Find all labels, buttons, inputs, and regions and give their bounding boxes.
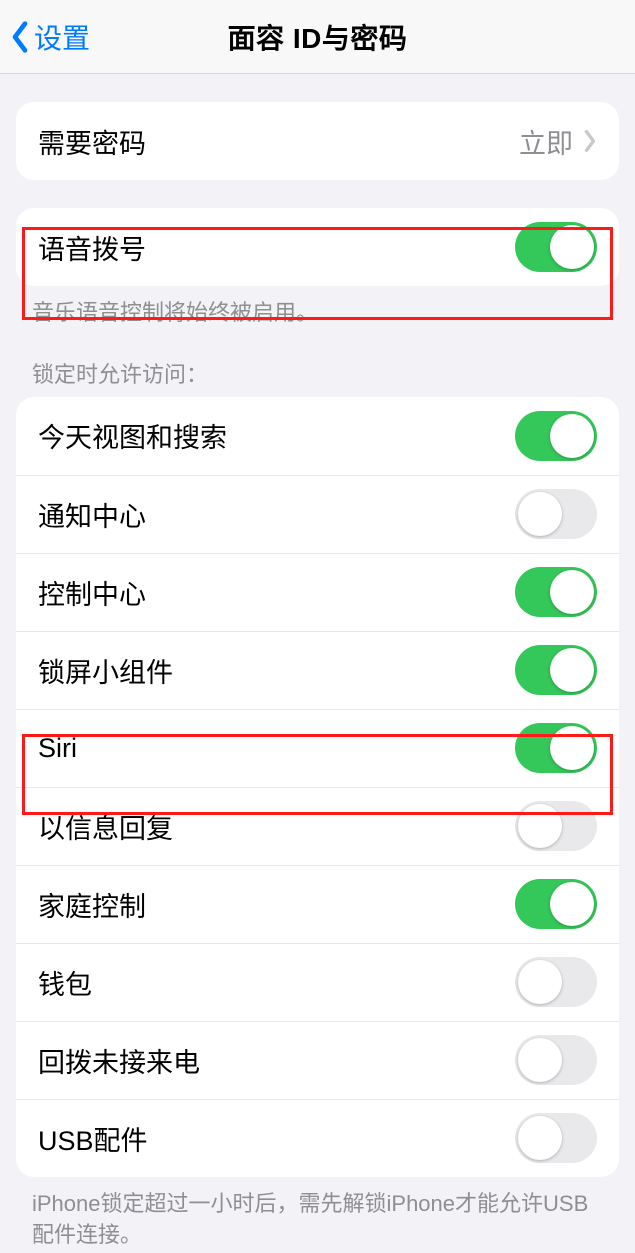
require-passcode-value: 立即 (519, 122, 573, 161)
lock-item-toggle[interactable] (515, 723, 597, 773)
lock-item-label: USB配件 (38, 1119, 148, 1158)
lock-item-row: 回拨未接来电 (16, 1021, 619, 1099)
lock-item-row: 今天视图和搜索 (16, 397, 619, 475)
lock-item-toggle[interactable] (515, 411, 597, 461)
back-label: 设置 (34, 17, 90, 57)
lock-item-label: 回拨未接来电 (38, 1041, 200, 1080)
lock-item-label: 通知中心 (38, 495, 146, 534)
back-chevron-icon (10, 20, 30, 54)
navbar: 设置 面容 ID与密码 (0, 0, 635, 74)
lock-item-row: Siri (16, 709, 619, 787)
lock-item-row: USB配件 (16, 1099, 619, 1177)
lock-item-row: 控制中心 (16, 553, 619, 631)
lock-item-row: 钱包 (16, 943, 619, 1021)
lock-item-toggle[interactable] (515, 1035, 597, 1085)
lock-item-toggle[interactable] (515, 489, 597, 539)
voice-dial-group: 语音拨号 (16, 208, 619, 286)
lock-item-row: 家庭控制 (16, 865, 619, 943)
lock-item-label: 家庭控制 (38, 885, 146, 924)
lock-item-label: 锁屏小组件 (38, 651, 173, 690)
page-title: 面容 ID与密码 (0, 17, 635, 57)
lock-item-label: 以信息回复 (38, 807, 173, 846)
lock-item-row: 通知中心 (16, 475, 619, 553)
back-button[interactable]: 设置 (0, 17, 90, 57)
lock-access-group: 今天视图和搜索通知中心控制中心锁屏小组件 Siri 以信息回复家庭控制钱包回拨未接来… (16, 397, 619, 1177)
voice-dial-footer: 音乐语音控制将始终被启用。 (32, 298, 603, 329)
lock-item-toggle[interactable] (515, 645, 597, 695)
usb-footer: iPhone锁定超过一小时后，需先解锁iPhone才能允许USB配件连接。 (32, 1189, 603, 1251)
voice-dial-label: 语音拨号 (38, 228, 146, 267)
passcode-group: 需要密码 立即 (16, 102, 619, 180)
require-passcode-row[interactable]: 需要密码 立即 (16, 102, 619, 180)
lock-item-toggle[interactable] (515, 801, 597, 851)
lock-item-label: 控制中心 (38, 573, 146, 612)
lock-item-label: 今天视图和搜索 (38, 416, 227, 455)
voice-dial-toggle[interactable] (515, 222, 597, 272)
lock-item-toggle[interactable] (515, 567, 597, 617)
require-passcode-label: 需要密码 (38, 122, 146, 161)
lock-access-header: 锁定时允许访问： (32, 357, 603, 389)
lock-item-toggle[interactable] (515, 1113, 597, 1163)
lock-item-row: 锁屏小组件 (16, 631, 619, 709)
lock-item-label: 钱包 (38, 963, 92, 1002)
lock-item-row: 以信息回复 (16, 787, 619, 865)
chevron-right-icon (583, 129, 597, 153)
lock-item-toggle[interactable] (515, 879, 597, 929)
voice-dial-row: 语音拨号 (16, 208, 619, 286)
lock-item-label: Siri (38, 733, 77, 764)
lock-item-toggle[interactable] (515, 957, 597, 1007)
